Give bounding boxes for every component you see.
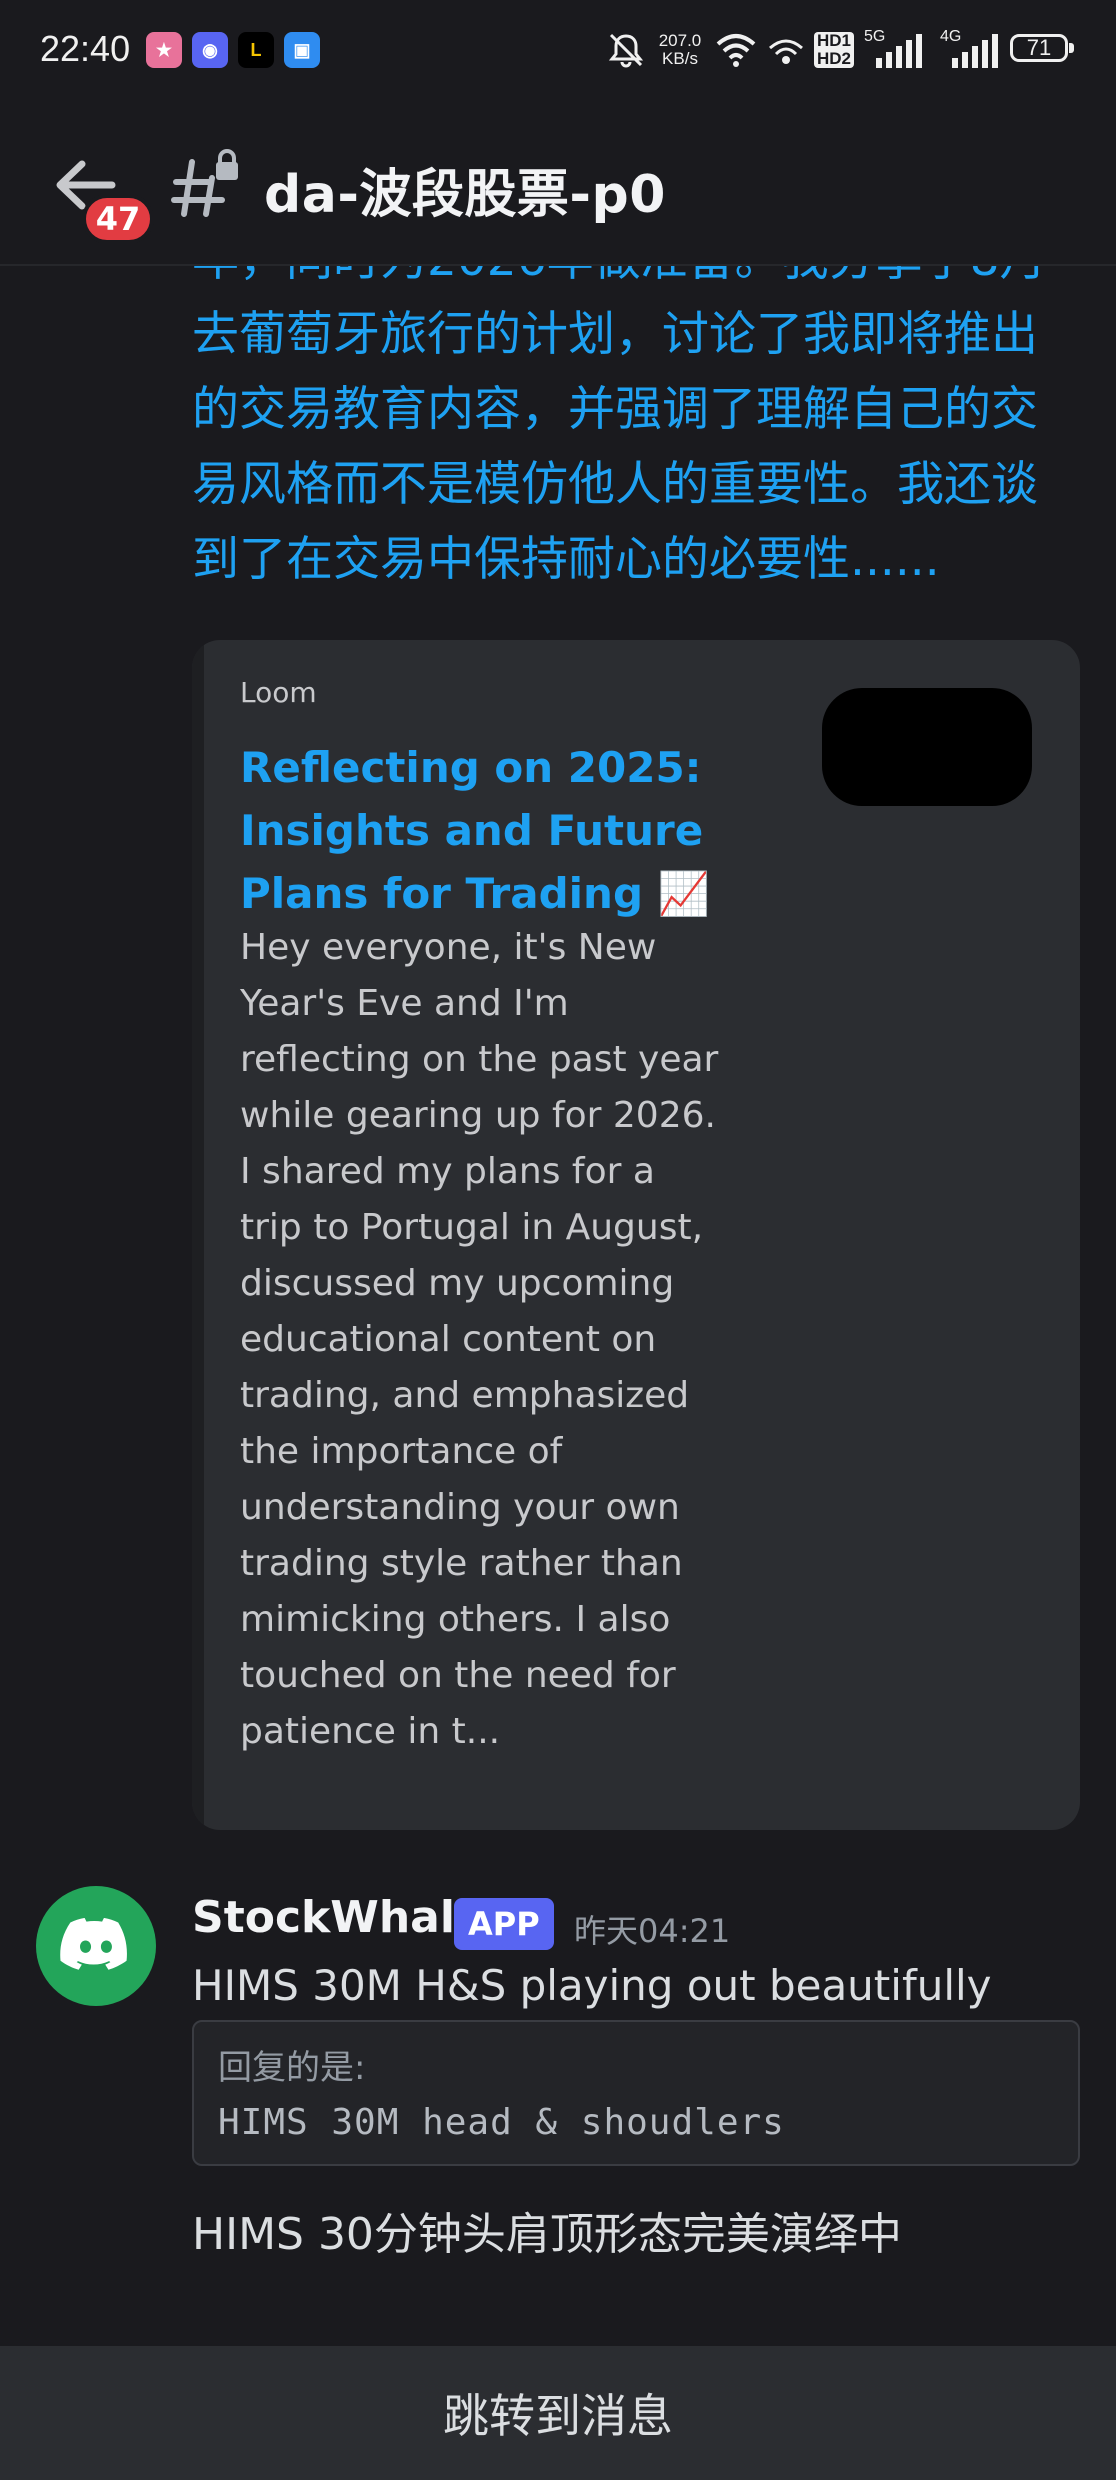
discord-notification-icon: ◉ (192, 32, 228, 68)
unread-badge: 47 (82, 194, 154, 244)
wifi-icon (716, 34, 756, 67)
loom-embed[interactable]: Loom Reflecting on 2025: Insights and Fu… (192, 640, 1080, 1830)
status-icons: 207.0 KB/s HD1 HD2 5G 4G 71 (606, 28, 1076, 70)
embed-description: Hey everyone, it's New Year's Eve and I'… (240, 927, 719, 1752)
channel-title[interactable]: da-波段股票-p0 (264, 152, 666, 227)
l-app-icon: L (238, 32, 274, 68)
message-link-text[interactable]: 年，同时为2026年做准备。我分享了8月去葡萄牙旅行的计划，讨论了我即将推出的交… (192, 266, 1072, 597)
status-bar: 22:40 ★ ◉ L ▣ 207.0 KB/s HD1 HD2 5G 4G 7… (0, 0, 1116, 100)
embed-thumbnail[interactable] (822, 688, 1032, 806)
signal-5g: 5G (864, 28, 930, 70)
hotspot-icon (769, 39, 803, 64)
author-name[interactable]: StockWhale (192, 1892, 485, 1943)
blue-app-icon: ▣ (284, 32, 320, 68)
signal-bars-icon (952, 34, 998, 68)
translation-text: HIMS 30分钟头肩顶形态完美演绎中 (192, 2209, 902, 2260)
discord-app: 22:40 ★ ◉ L ▣ 207.0 KB/s HD1 HD2 5G 4G 7… (0, 0, 1116, 2480)
channel-header: 47 da-波段股票-p0 (0, 100, 1116, 266)
signal-bars-icon (876, 34, 922, 68)
jump-label: 跳转到消息 (443, 2389, 673, 2443)
discord-logo-icon (60, 1918, 127, 1970)
embed-title[interactable]: Reflecting on 2025: Insights and Future … (240, 736, 710, 925)
signal-4g: 4G (940, 28, 1006, 70)
reply-label: 回复的是: (218, 2048, 366, 2088)
locked-channel-hash-icon (171, 149, 238, 217)
pink-app-icon: ★ (146, 32, 182, 68)
reply-quote[interactable]: 回复的是: HIMS 30M head & shoudlers (192, 2020, 1080, 2166)
message-list[interactable]: 年，同时为2026年做准备。我分享了8月去葡萄牙旅行的计划，讨论了我即将推出的交… (0, 266, 1116, 2346)
mute-bell-icon (608, 33, 644, 68)
avatar[interactable] (36, 1886, 156, 2006)
app-tag: APP (454, 1898, 554, 1950)
jump-to-message-button[interactable]: 跳转到消息 (0, 2346, 1116, 2480)
reply-text: HIMS 30M head & shoudlers (218, 2102, 785, 2143)
embed-provider[interactable]: Loom (240, 676, 317, 709)
battery-icon: 71 (1010, 34, 1074, 62)
message-timestamp: 昨天04:21 (574, 1912, 731, 1950)
hd-indicator: HD1 HD2 (814, 32, 854, 68)
status-time: 22:40 (40, 28, 131, 69)
message-text: HIMS 30M H&S playing out beautifully (192, 1961, 992, 2010)
net-speed: 207.0 KB/s (658, 31, 702, 68)
